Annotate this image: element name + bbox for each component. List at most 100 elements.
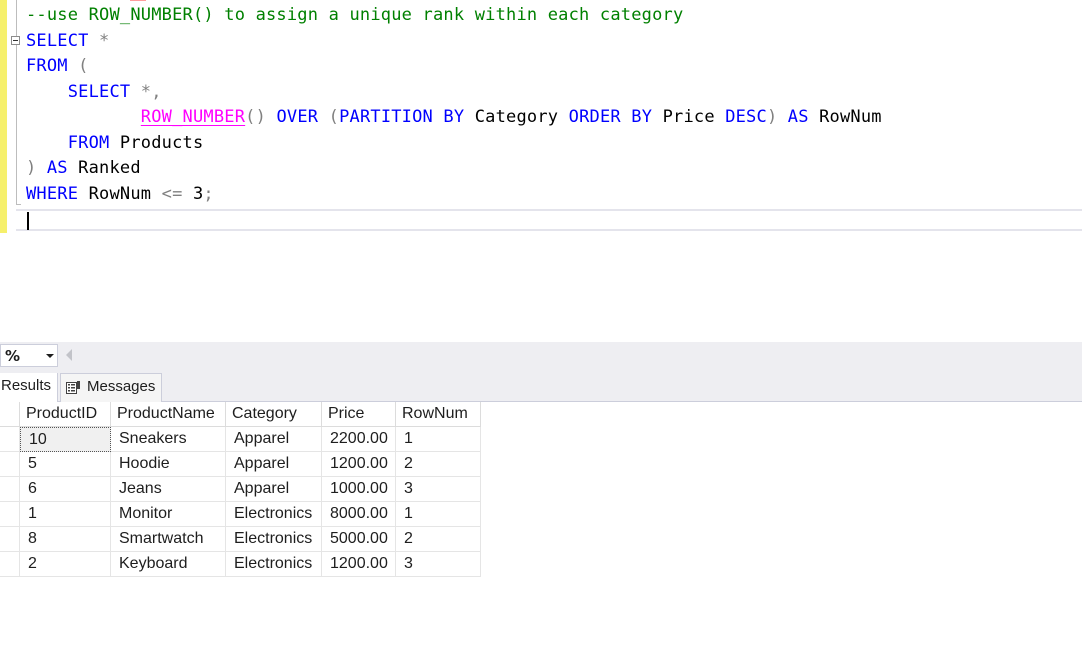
code-token: * xyxy=(88,31,110,51)
code-token: FROM xyxy=(26,56,68,76)
zoom-value: % xyxy=(5,347,21,365)
cell-category[interactable]: Electronics xyxy=(226,527,322,552)
cell-category[interactable]: Electronics xyxy=(226,502,322,527)
cell-rownum[interactable]: 1 xyxy=(396,427,481,452)
tab-results-label: Results xyxy=(1,377,52,394)
code-token: SELECT xyxy=(67,82,131,102)
code-token: Products xyxy=(109,133,204,153)
code-token: ROW_NUMBER xyxy=(140,107,246,127)
code-token: () xyxy=(245,107,267,127)
code-token: AS xyxy=(36,158,68,178)
cell-productid[interactable]: 1 xyxy=(20,502,111,527)
code-token: ) xyxy=(766,107,778,127)
cell-rownum[interactable]: 2 xyxy=(396,527,481,552)
cell-category[interactable]: Apparel xyxy=(226,427,322,452)
cell-productname[interactable]: Keyboard xyxy=(111,552,226,577)
code-token: Ranked xyxy=(67,158,141,178)
messages-icon xyxy=(66,381,80,394)
outline-gutter-end xyxy=(16,204,21,205)
code-line: SELECT * xyxy=(26,29,109,54)
cell-productname[interactable]: Sneakers xyxy=(111,427,226,452)
cell-productid[interactable]: 8 xyxy=(20,527,111,552)
code-token: Category xyxy=(464,107,569,127)
code-token: PARTITION BY xyxy=(339,107,465,127)
row-selector[interactable] xyxy=(0,527,20,552)
column-header-price[interactable]: Price xyxy=(322,402,396,427)
code-token: OVER xyxy=(266,107,329,127)
code-line: SELECT *, xyxy=(26,80,162,105)
cell-price[interactable]: 1200.00 xyxy=(322,452,396,477)
code-token: RowNum xyxy=(808,107,882,127)
code-token: ( xyxy=(67,56,89,76)
code-token: *, xyxy=(130,82,162,102)
column-header-rownum[interactable]: RowNum xyxy=(396,402,481,427)
code-line: ) AS Ranked xyxy=(26,156,141,181)
code-line: --use ROW_NUMBER() to assign a unique ra… xyxy=(26,3,683,28)
column-header-category[interactable]: Category xyxy=(226,402,322,427)
text-caret xyxy=(27,212,29,230)
tab-messages-label: Messages xyxy=(87,378,156,395)
cell-productid[interactable]: 2 xyxy=(20,552,111,577)
column-header-productname[interactable]: ProductName xyxy=(111,402,226,427)
code-token: 3 xyxy=(182,184,204,204)
collapse-minus-icon[interactable] xyxy=(11,36,20,45)
row-selector[interactable] xyxy=(0,552,20,577)
code-token: FROM xyxy=(67,133,110,153)
tab-results[interactable]: Results xyxy=(0,373,58,402)
query-editor[interactable]: --use ROW_NUMBER() to assign a unique ra… xyxy=(0,0,1082,236)
cell-price[interactable]: 5000.00 xyxy=(322,527,396,552)
cell-price[interactable]: 1200.00 xyxy=(322,552,396,577)
partial-previous-line xyxy=(130,0,146,1)
cell-price[interactable]: 2200.00 xyxy=(322,427,396,452)
grid-corner[interactable] xyxy=(0,402,20,427)
code-token: DESC xyxy=(725,107,767,127)
zoom-dropdown[interactable]: % xyxy=(0,344,58,367)
code-token: RowNum xyxy=(78,184,162,204)
code-line: FROM ( xyxy=(26,54,89,79)
cell-productid[interactable]: 6 xyxy=(20,477,111,502)
outline-gutter xyxy=(16,0,17,205)
code-token: Price xyxy=(652,107,726,127)
code-token: ; xyxy=(203,184,214,204)
current-line-highlight xyxy=(16,209,1082,231)
code-token: ) xyxy=(26,158,37,178)
cell-rownum[interactable]: 3 xyxy=(396,477,481,502)
cell-price[interactable]: 8000.00 xyxy=(322,502,396,527)
code-token: <= xyxy=(161,184,183,204)
code-token: SELECT xyxy=(26,31,89,51)
code-token: ( xyxy=(328,107,340,127)
cell-category[interactable]: Apparel xyxy=(226,477,322,502)
column-header-productid[interactable]: ProductID xyxy=(20,402,111,427)
cell-rownum[interactable]: 3 xyxy=(396,552,481,577)
code-token: WHERE xyxy=(26,184,79,204)
change-tracking-bar xyxy=(0,0,7,233)
code-token: AS xyxy=(777,107,809,127)
scroll-left-icon[interactable] xyxy=(66,349,72,361)
code-token: --use ROW_NUMBER() to assign a unique ra… xyxy=(26,5,684,25)
row-selector[interactable] xyxy=(0,477,20,502)
cell-productname[interactable]: Hoodie xyxy=(111,452,226,477)
cell-category[interactable]: Electronics xyxy=(226,552,322,577)
row-selector[interactable] xyxy=(0,427,20,452)
row-selector[interactable] xyxy=(0,452,20,477)
results-toolbar xyxy=(0,342,1082,369)
code-line: WHERE RowNum <= 3; xyxy=(26,182,214,207)
code-line: ROW_NUMBER() OVER (PARTITION BY Category… xyxy=(26,105,882,130)
cell-productid[interactable]: 10 xyxy=(20,427,111,452)
code-line: FROM Products xyxy=(26,131,203,156)
cell-category[interactable]: Apparel xyxy=(226,452,322,477)
cell-rownum[interactable]: 1 xyxy=(396,502,481,527)
cell-productname[interactable]: Smartwatch xyxy=(111,527,226,552)
cell-rownum[interactable]: 2 xyxy=(396,452,481,477)
cell-productid[interactable]: 5 xyxy=(20,452,111,477)
cell-productname[interactable]: Jeans xyxy=(111,477,226,502)
row-selector[interactable] xyxy=(0,502,20,527)
code-token: ORDER BY xyxy=(568,107,653,127)
chevron-down-icon xyxy=(46,354,54,358)
results-tabstrip xyxy=(0,369,1082,402)
cell-productname[interactable]: Monitor xyxy=(111,502,226,527)
cell-price[interactable]: 1000.00 xyxy=(322,477,396,502)
